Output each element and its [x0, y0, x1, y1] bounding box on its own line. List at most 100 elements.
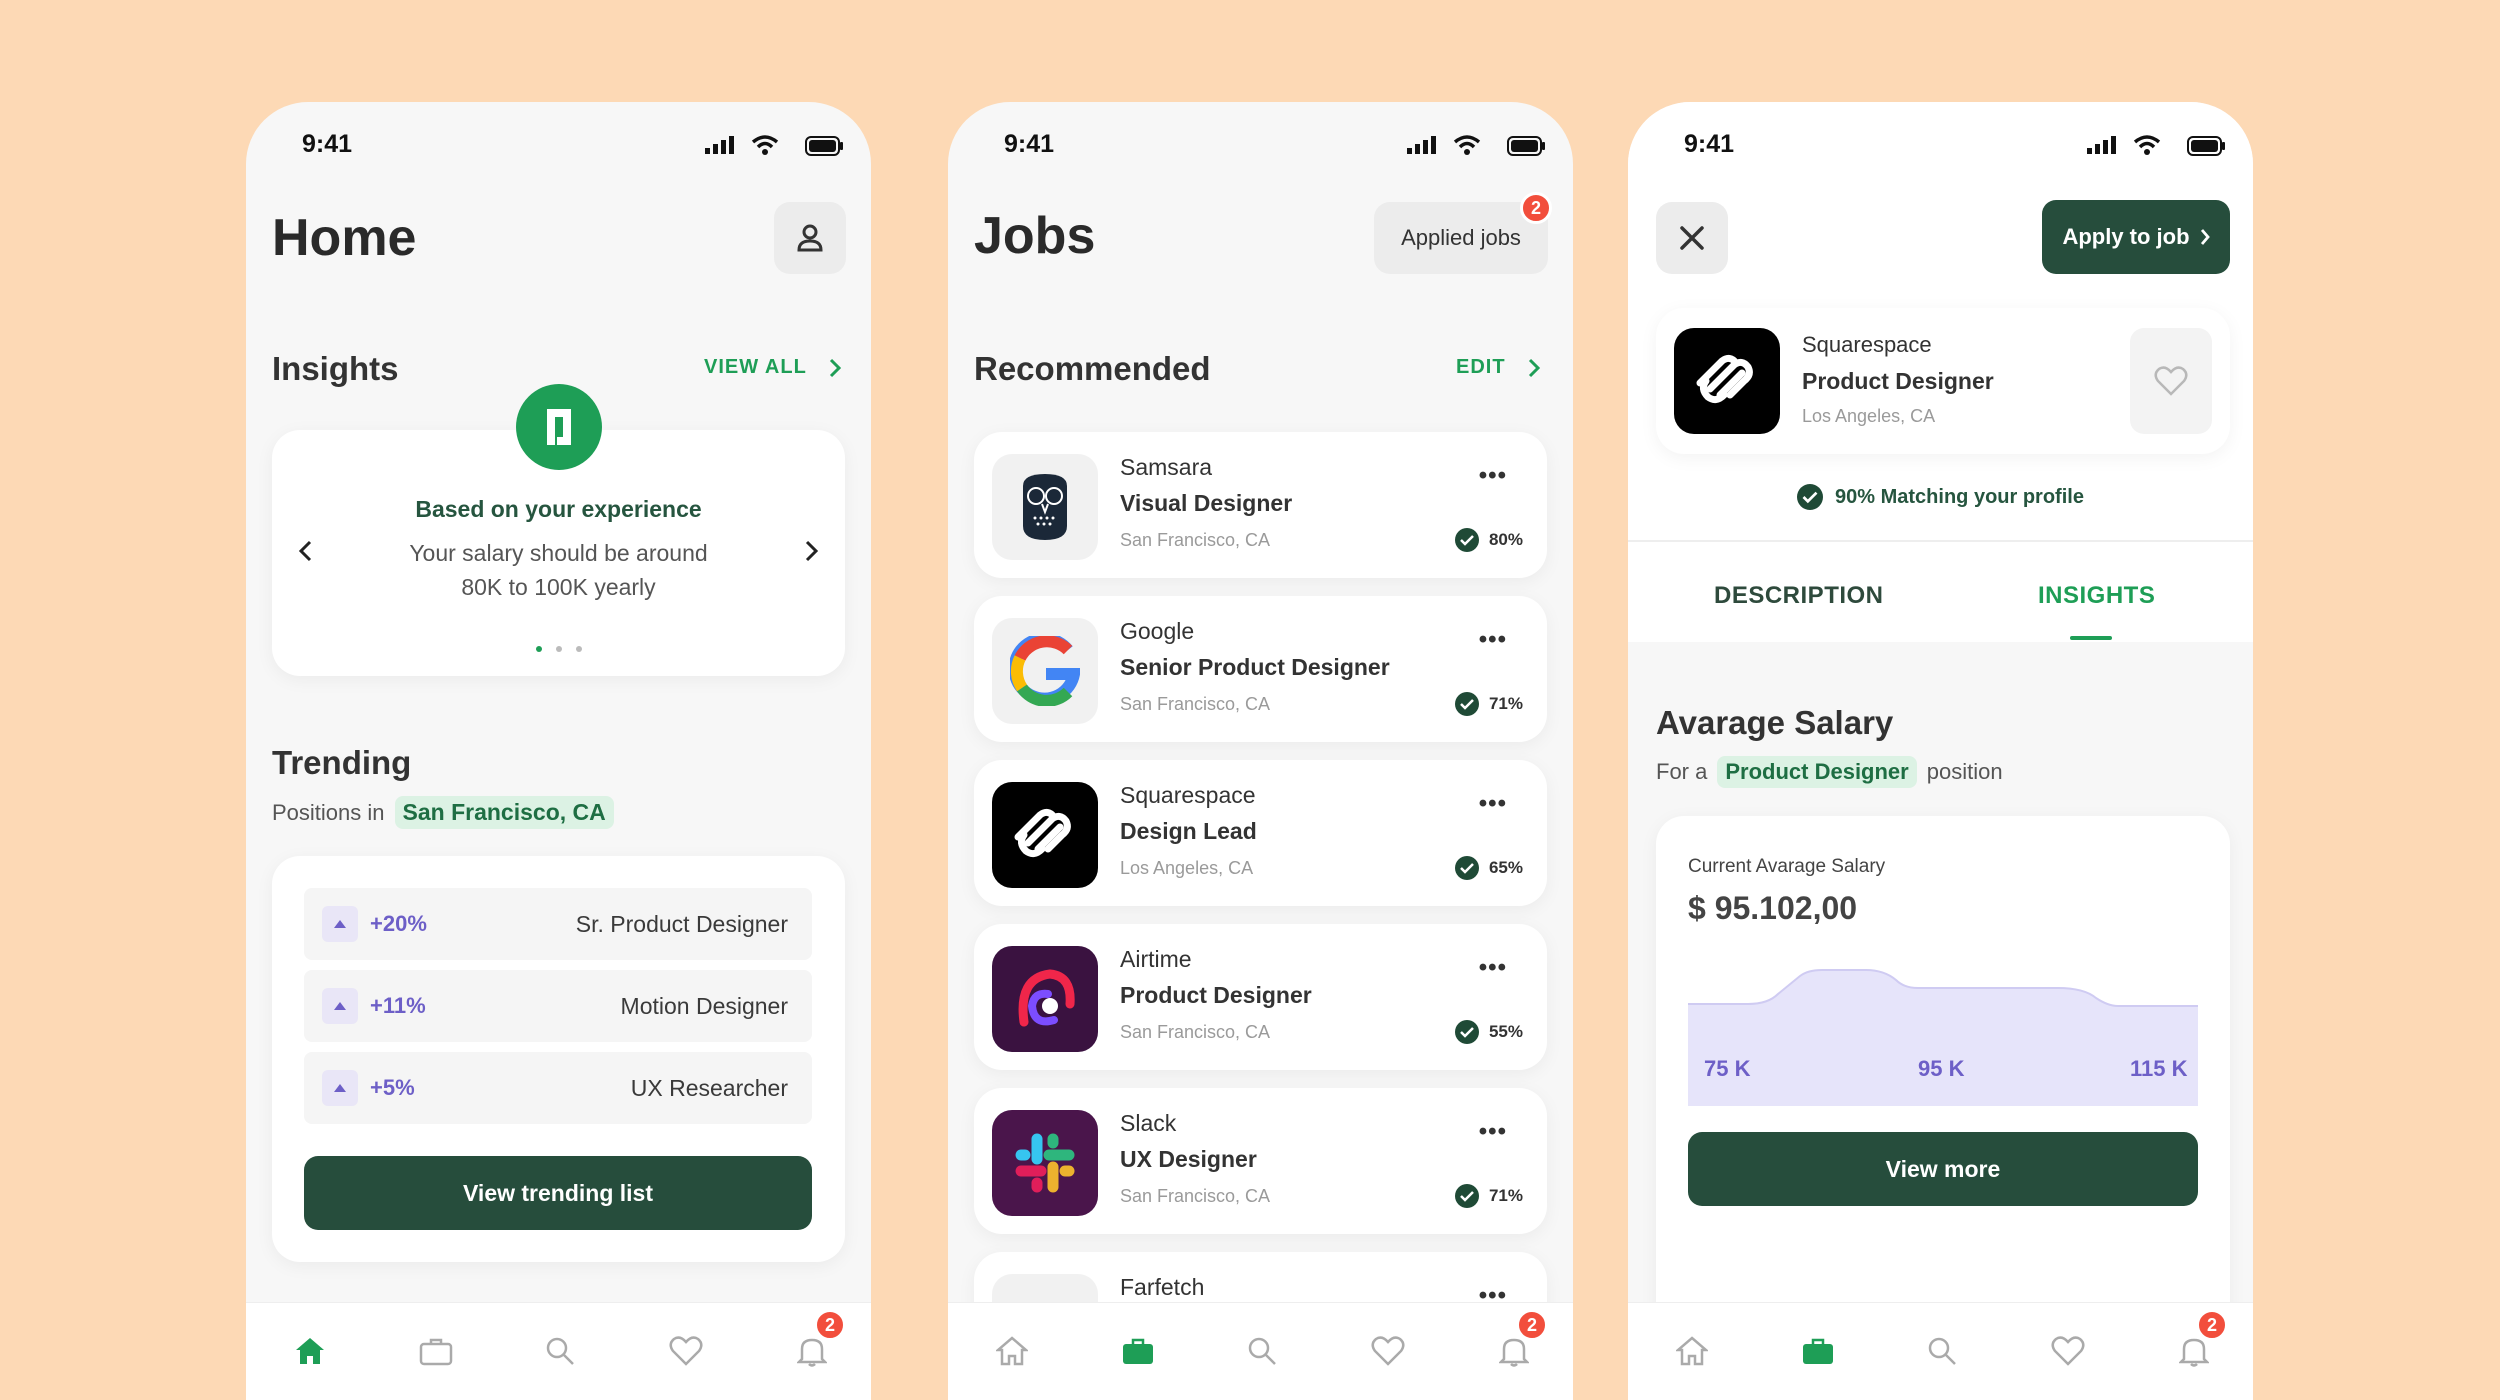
more-options-icon[interactable]: •••	[1479, 626, 1507, 654]
job-match: 80%	[1454, 528, 1523, 552]
matching-profile: 90% Matching your profile	[1628, 484, 2253, 510]
more-options-icon[interactable]: •••	[1479, 954, 1507, 982]
trend-role: UX Researcher	[630, 1075, 788, 1101]
trending-heading: Trending	[272, 744, 412, 781]
status-bar: 9:41	[246, 128, 871, 168]
status-time: 9:41	[1684, 130, 1735, 158]
status-bar: 9:41	[1628, 128, 2253, 168]
job-company: Squarespace	[1120, 782, 1256, 808]
airtime-icon	[992, 946, 1098, 1052]
home-screen: 9:41 Home Insights VIEW ALL Based on you…	[246, 102, 871, 1400]
salary-chart	[1688, 969, 2198, 1106]
nav-briefcase-icon[interactable]	[416, 1331, 456, 1371]
more-options-icon[interactable]: •••	[1479, 790, 1507, 818]
salary-heading: Avarage Salary	[1656, 704, 1894, 741]
page-title: Jobs	[974, 207, 1096, 265]
tab-insights[interactable]: INSIGHTS	[2038, 582, 2155, 610]
job-title: Design Lead	[1120, 818, 1257, 844]
status-bar: 9:41	[948, 128, 1573, 168]
insight-card-line2: 80K to 100K yearly	[461, 574, 656, 600]
nav-heart-icon[interactable]	[666, 1331, 706, 1371]
nav-search-icon[interactable]	[540, 1331, 580, 1371]
chevron-right-icon[interactable]	[805, 540, 819, 562]
chevron-left-icon[interactable]	[298, 540, 312, 562]
page-title: Home	[272, 209, 417, 267]
job-company: Samsara	[1120, 454, 1213, 480]
nav-home-icon[interactable]	[290, 1331, 330, 1371]
check-circle-icon	[1454, 528, 1479, 552]
view-trending-button[interactable]: View trending list	[304, 1156, 812, 1230]
view-all-link[interactable]: VIEW ALL	[704, 356, 841, 379]
nav-briefcase-icon[interactable]	[1118, 1331, 1158, 1371]
job-location: Los Angeles, CA	[1120, 858, 1254, 878]
close-button[interactable]	[1656, 202, 1728, 274]
nav-search-icon[interactable]	[1922, 1331, 1962, 1371]
recommended-heading: Recommended	[974, 350, 1211, 387]
job-match: 65%	[1454, 856, 1523, 880]
nav-heart-icon[interactable]	[1368, 1331, 1408, 1371]
job-company: Airtime	[1120, 946, 1192, 972]
job-company: Farfetch	[1120, 1274, 1205, 1300]
insight-card-line1: Your salary should be around	[409, 540, 708, 566]
battery-icon	[2187, 136, 2225, 156]
nav-briefcase-icon[interactable]	[1798, 1331, 1838, 1371]
view-more-button[interactable]: View more	[1688, 1132, 2198, 1206]
check-circle-icon	[1797, 484, 1824, 510]
trend-row[interactable]: +5% UX Researcher	[304, 1052, 812, 1124]
notification-badge: 2	[2196, 1309, 2228, 1341]
trending-sub-prefix: Positions in	[272, 799, 385, 825]
for-suffix: position	[1926, 759, 2003, 784]
job-title: Senior Product Designer	[1120, 654, 1390, 680]
job-card[interactable]: Slack UX Designer San Francisco, CA ••• …	[974, 1088, 1547, 1234]
job-card[interactable]: Airtime Product Designer San Francisco, …	[974, 924, 1547, 1070]
job-location: Los Angeles, CA	[1802, 406, 1936, 426]
check-circle-icon	[1454, 692, 1479, 716]
match-value: 71%	[1488, 694, 1523, 713]
job-detail-screen: 9:41 Apply to job Squarespace Product De…	[1628, 102, 2253, 1400]
match-value: 71%	[1488, 1186, 1523, 1205]
trend-row[interactable]: +11% Motion Designer	[304, 970, 812, 1042]
job-location: San Francisco, CA	[1120, 1186, 1271, 1206]
more-options-icon[interactable]: •••	[1479, 462, 1507, 490]
job-card[interactable]: Google Senior Product Designer San Franc…	[974, 596, 1547, 742]
current-salary-label: Current Avarage Salary	[1688, 856, 1886, 877]
nav-heart-icon[interactable]	[2048, 1331, 2088, 1371]
edit-link[interactable]: EDIT	[1456, 356, 1540, 379]
apply-to-job-button[interactable]: Apply to job	[2042, 200, 2230, 274]
profile-button[interactable]	[774, 202, 846, 274]
bottom-nav: 2	[1628, 1302, 2253, 1400]
job-title: Product Designer	[1120, 982, 1312, 1008]
favorite-button[interactable]	[2130, 328, 2212, 434]
check-circle-icon	[1454, 1184, 1479, 1208]
job-title: UX Designer	[1120, 1146, 1257, 1172]
job-title: Visual Designer	[1120, 490, 1293, 516]
job-title: Product Designer	[1802, 368, 1994, 394]
job-card[interactable]: Samsara Visual Designer San Francisco, C…	[974, 432, 1547, 578]
edit-label: EDIT	[1456, 356, 1506, 378]
trend-pct: +5%	[370, 1075, 415, 1100]
location-chip[interactable]: San Francisco, CA	[394, 796, 614, 829]
tab-description[interactable]: DESCRIPTION	[1714, 582, 1884, 610]
insight-card-title: Based on your experience	[415, 496, 702, 522]
nav-search-icon[interactable]	[1242, 1331, 1282, 1371]
nav-home-icon[interactable]	[992, 1331, 1032, 1371]
more-options-icon[interactable]: •••	[1479, 1118, 1507, 1146]
job-location: San Francisco, CA	[1120, 1022, 1271, 1042]
chart-label-mid: 95 K	[1918, 1056, 1965, 1081]
job-location: San Francisco, CA	[1120, 694, 1271, 714]
job-match: 55%	[1454, 1020, 1523, 1044]
job-card[interactable]: Squarespace Design Lead Los Angeles, CA …	[974, 760, 1547, 906]
applied-jobs-badge: 2	[1520, 192, 1552, 224]
google-icon	[992, 618, 1098, 724]
wifi-icon	[2133, 135, 2161, 155]
job-company: Google	[1120, 618, 1195, 644]
trend-pct: +20%	[370, 911, 427, 936]
battery-icon	[805, 136, 843, 156]
nav-home-icon[interactable]	[1672, 1331, 1712, 1371]
chevron-right-icon	[1528, 358, 1540, 377]
current-salary-value: $ 95.102,00	[1688, 890, 1858, 926]
owl-icon	[992, 454, 1098, 560]
job-match: 71%	[1454, 692, 1523, 716]
salary-card: Current Avarage Salary $ 95.102,00 75 K …	[1656, 816, 2230, 1336]
trend-row[interactable]: +20% Sr. Product Designer	[304, 888, 812, 960]
